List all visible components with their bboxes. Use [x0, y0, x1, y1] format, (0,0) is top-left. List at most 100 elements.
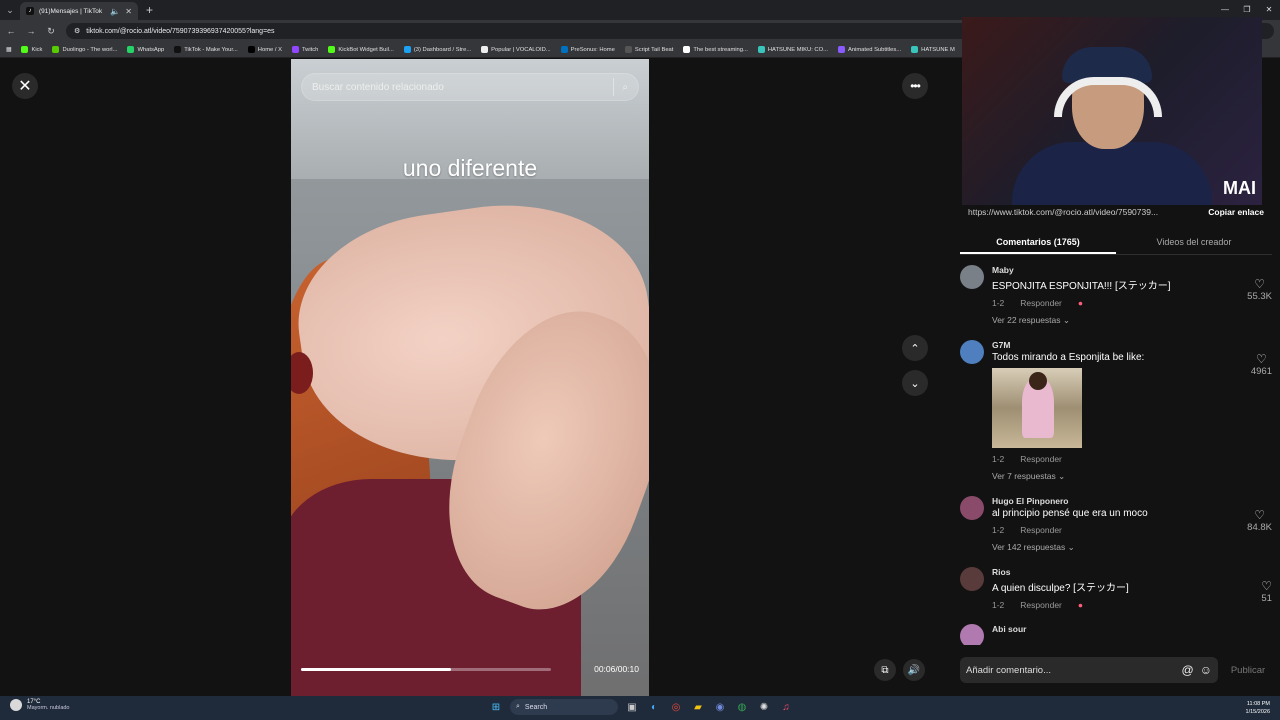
chatgpt-icon[interactable]: ✺ — [756, 699, 772, 715]
reply-button[interactable]: Responder — [1020, 525, 1062, 535]
task-view-icon[interactable]: ▣ — [624, 699, 640, 715]
new-tab-icon[interactable]: + — [146, 3, 153, 17]
bookmark-label: Kick — [31, 46, 43, 53]
next-video-button[interactable]: ⌄ — [902, 370, 928, 396]
bookmark-item[interactable]: (3) Dashboard / Stre... — [403, 46, 471, 53]
comment-composer: Añadir comentario... @ ☺ Publicar — [960, 656, 1272, 684]
file-explorer-icon[interactable]: ▰ — [690, 699, 706, 715]
panel-tabs: Comentarios (1765) Videos del creador — [960, 231, 1272, 255]
avatar[interactable] — [960, 265, 984, 289]
taskbar-search[interactable]: ⌕ Search — [510, 699, 618, 715]
reload-icon[interactable]: ↻ — [46, 26, 56, 37]
previous-video-button[interactable]: ⌃ — [902, 335, 928, 361]
reply-button[interactable]: Responder — [1020, 454, 1062, 464]
comment-author[interactable]: G7M — [992, 340, 1272, 350]
bookmark-item[interactable]: Kick — [21, 46, 42, 53]
close-video-button[interactable]: ✕ — [12, 73, 38, 99]
bookmark-item[interactable]: Home / X — [247, 46, 282, 53]
tab-volume-icon[interactable]: 🔈 — [110, 7, 120, 16]
comment-gif-image[interactable] — [992, 368, 1082, 448]
music-icon[interactable]: ♫ — [778, 699, 794, 715]
back-icon[interactable]: ← — [6, 26, 16, 36]
bookmark-item[interactable]: Twitch — [291, 46, 318, 53]
comment-date: 1-2 — [992, 525, 1005, 535]
video-time: 00:06/00:10 — [594, 664, 639, 674]
mention-icon[interactable]: @ — [1182, 663, 1194, 677]
bookmark-item[interactable]: Duolingo - The worl... — [52, 46, 117, 53]
related-search-input[interactable]: Buscar contenido relacionado ⌕ — [301, 73, 639, 101]
like-control[interactable]: ♡ 55.3K — [1247, 277, 1272, 302]
edge-icon[interactable]: ◐ — [646, 699, 662, 715]
bookmark-item[interactable]: KickBot Widget Buil... — [328, 46, 394, 53]
bookmark-favicon-icon — [21, 46, 29, 53]
avatar[interactable] — [960, 340, 984, 364]
comment-author[interactable]: Rios — [992, 567, 1272, 577]
browser-tab[interactable]: ♪ (91)Mensajes | TikTok 🔈 ✕ — [20, 2, 138, 20]
avatar[interactable] — [960, 624, 984, 645]
floating-player-icon[interactable]: ⧉ — [874, 659, 896, 681]
bookmark-favicon-icon — [328, 46, 336, 53]
tab-close-icon[interactable]: ✕ — [125, 7, 132, 16]
video-progress-fill — [301, 668, 451, 671]
comments-list[interactable]: Maby ESPONJITA ESPONJITA!!! [ステッカー] 1-2 … — [960, 265, 1272, 645]
chrome-icon[interactable]: ◍ — [734, 699, 750, 715]
site-info-icon[interactable]: ⚙ — [74, 27, 80, 35]
view-replies-button[interactable]: Ver 142 respuestas ⌄ — [992, 542, 1272, 553]
like-control[interactable]: ♡ 4961 — [1251, 352, 1272, 377]
bookmark-item[interactable]: Animated Subtitles... — [837, 46, 901, 53]
comment-author[interactable]: Abi sour — [992, 624, 1272, 634]
system-clock[interactable]: 11:08 PM 1/15/2026 — [1246, 700, 1270, 716]
more-options-button[interactable]: ••• — [902, 73, 928, 99]
webcam-headphones — [1054, 77, 1162, 117]
bookmark-item[interactable]: TikTok - Make Your... — [174, 46, 238, 53]
avatar[interactable] — [960, 567, 984, 591]
comment-input[interactable]: Añadir comentario... @ ☺ — [960, 657, 1218, 683]
bookmark-item[interactable]: Script Tail Beat — [624, 46, 673, 53]
view-replies-button[interactable]: Ver 22 respuestas ⌄ — [992, 315, 1272, 326]
reply-button[interactable]: Responder — [1020, 600, 1062, 610]
bookmark-label: PreSonus: Home — [570, 46, 615, 53]
bookmark-item[interactable]: PreSonus: Home — [560, 46, 615, 53]
apps-grid-icon[interactable]: ▦ — [6, 47, 11, 53]
bookmark-item[interactable]: HATSUNE M — [911, 46, 955, 53]
windows-taskbar: 17°C Mayorm. nublado ⊞ ⌕ Search ▣ ◐ ◎ ▰ … — [0, 696, 1280, 720]
reply-button[interactable]: Responder — [1020, 298, 1062, 308]
heart-icon[interactable]: ♡ — [1247, 277, 1272, 291]
webcam-person-body — [1012, 142, 1212, 205]
video-player[interactable]: uno diferente Buscar contenido relaciona… — [291, 59, 649, 696]
comment-text: al principio pensé que era un moco — [992, 508, 1148, 519]
bookmark-item[interactable]: WhatsApp — [127, 46, 164, 53]
weather-widget[interactable]: 17°C Mayorm. nublado — [10, 699, 70, 711]
avatar[interactable] — [960, 496, 984, 520]
comment-author[interactable]: Maby — [992, 265, 1272, 275]
bookmark-label: KickBot Widget Buil... — [338, 46, 394, 53]
app-icon[interactable]: ◎ — [668, 699, 684, 715]
search-icon[interactable]: ⌕ — [622, 82, 628, 93]
like-control[interactable]: ♡ 51 — [1261, 579, 1272, 604]
tab-search-icon[interactable]: ⌄ — [0, 0, 20, 20]
copy-link-button[interactable]: Copiar enlace — [1208, 207, 1264, 217]
comment-item: G7M Todos mirando a Esponjita be like: 1… — [960, 340, 1272, 482]
url-text: tiktok.com/@rocio.atl/video/759073939693… — [86, 27, 275, 35]
comment-author[interactable]: Hugo El Pinponero — [992, 496, 1272, 506]
forward-icon[interactable]: → — [26, 26, 36, 36]
heart-icon[interactable]: ♡ — [1247, 508, 1272, 522]
comment-text: Todos mirando a Esponjita be like: — [992, 352, 1145, 363]
volume-icon[interactable]: 🔊 — [903, 659, 925, 681]
bookmark-item[interactable]: Popular | VOCALOID... — [481, 46, 551, 53]
bookmark-favicon-icon — [757, 46, 765, 53]
heart-icon[interactable]: ♡ — [1251, 352, 1272, 366]
heart-icon[interactable]: ♡ — [1261, 579, 1272, 593]
bookmark-favicon-icon — [837, 46, 845, 53]
tab-creator-videos[interactable]: Videos del creador — [1116, 231, 1272, 254]
bookmark-item[interactable]: HATSUNE MIKU: CO... — [757, 46, 828, 53]
view-replies-button[interactable]: Ver 7 respuestas ⌄ — [992, 471, 1272, 482]
bookmark-item[interactable]: The best streaming... — [683, 46, 748, 53]
windows-start-icon[interactable]: ⊞ — [488, 699, 504, 715]
tab-comments[interactable]: Comentarios (1765) — [960, 231, 1116, 254]
video-progress-bar[interactable] — [301, 668, 551, 671]
like-control[interactable]: ♡ 84.8K — [1247, 508, 1272, 533]
discord-icon[interactable]: ◉ — [712, 699, 728, 715]
publish-button[interactable]: Publicar — [1224, 665, 1272, 676]
emoji-icon[interactable]: ☺ — [1200, 663, 1212, 677]
